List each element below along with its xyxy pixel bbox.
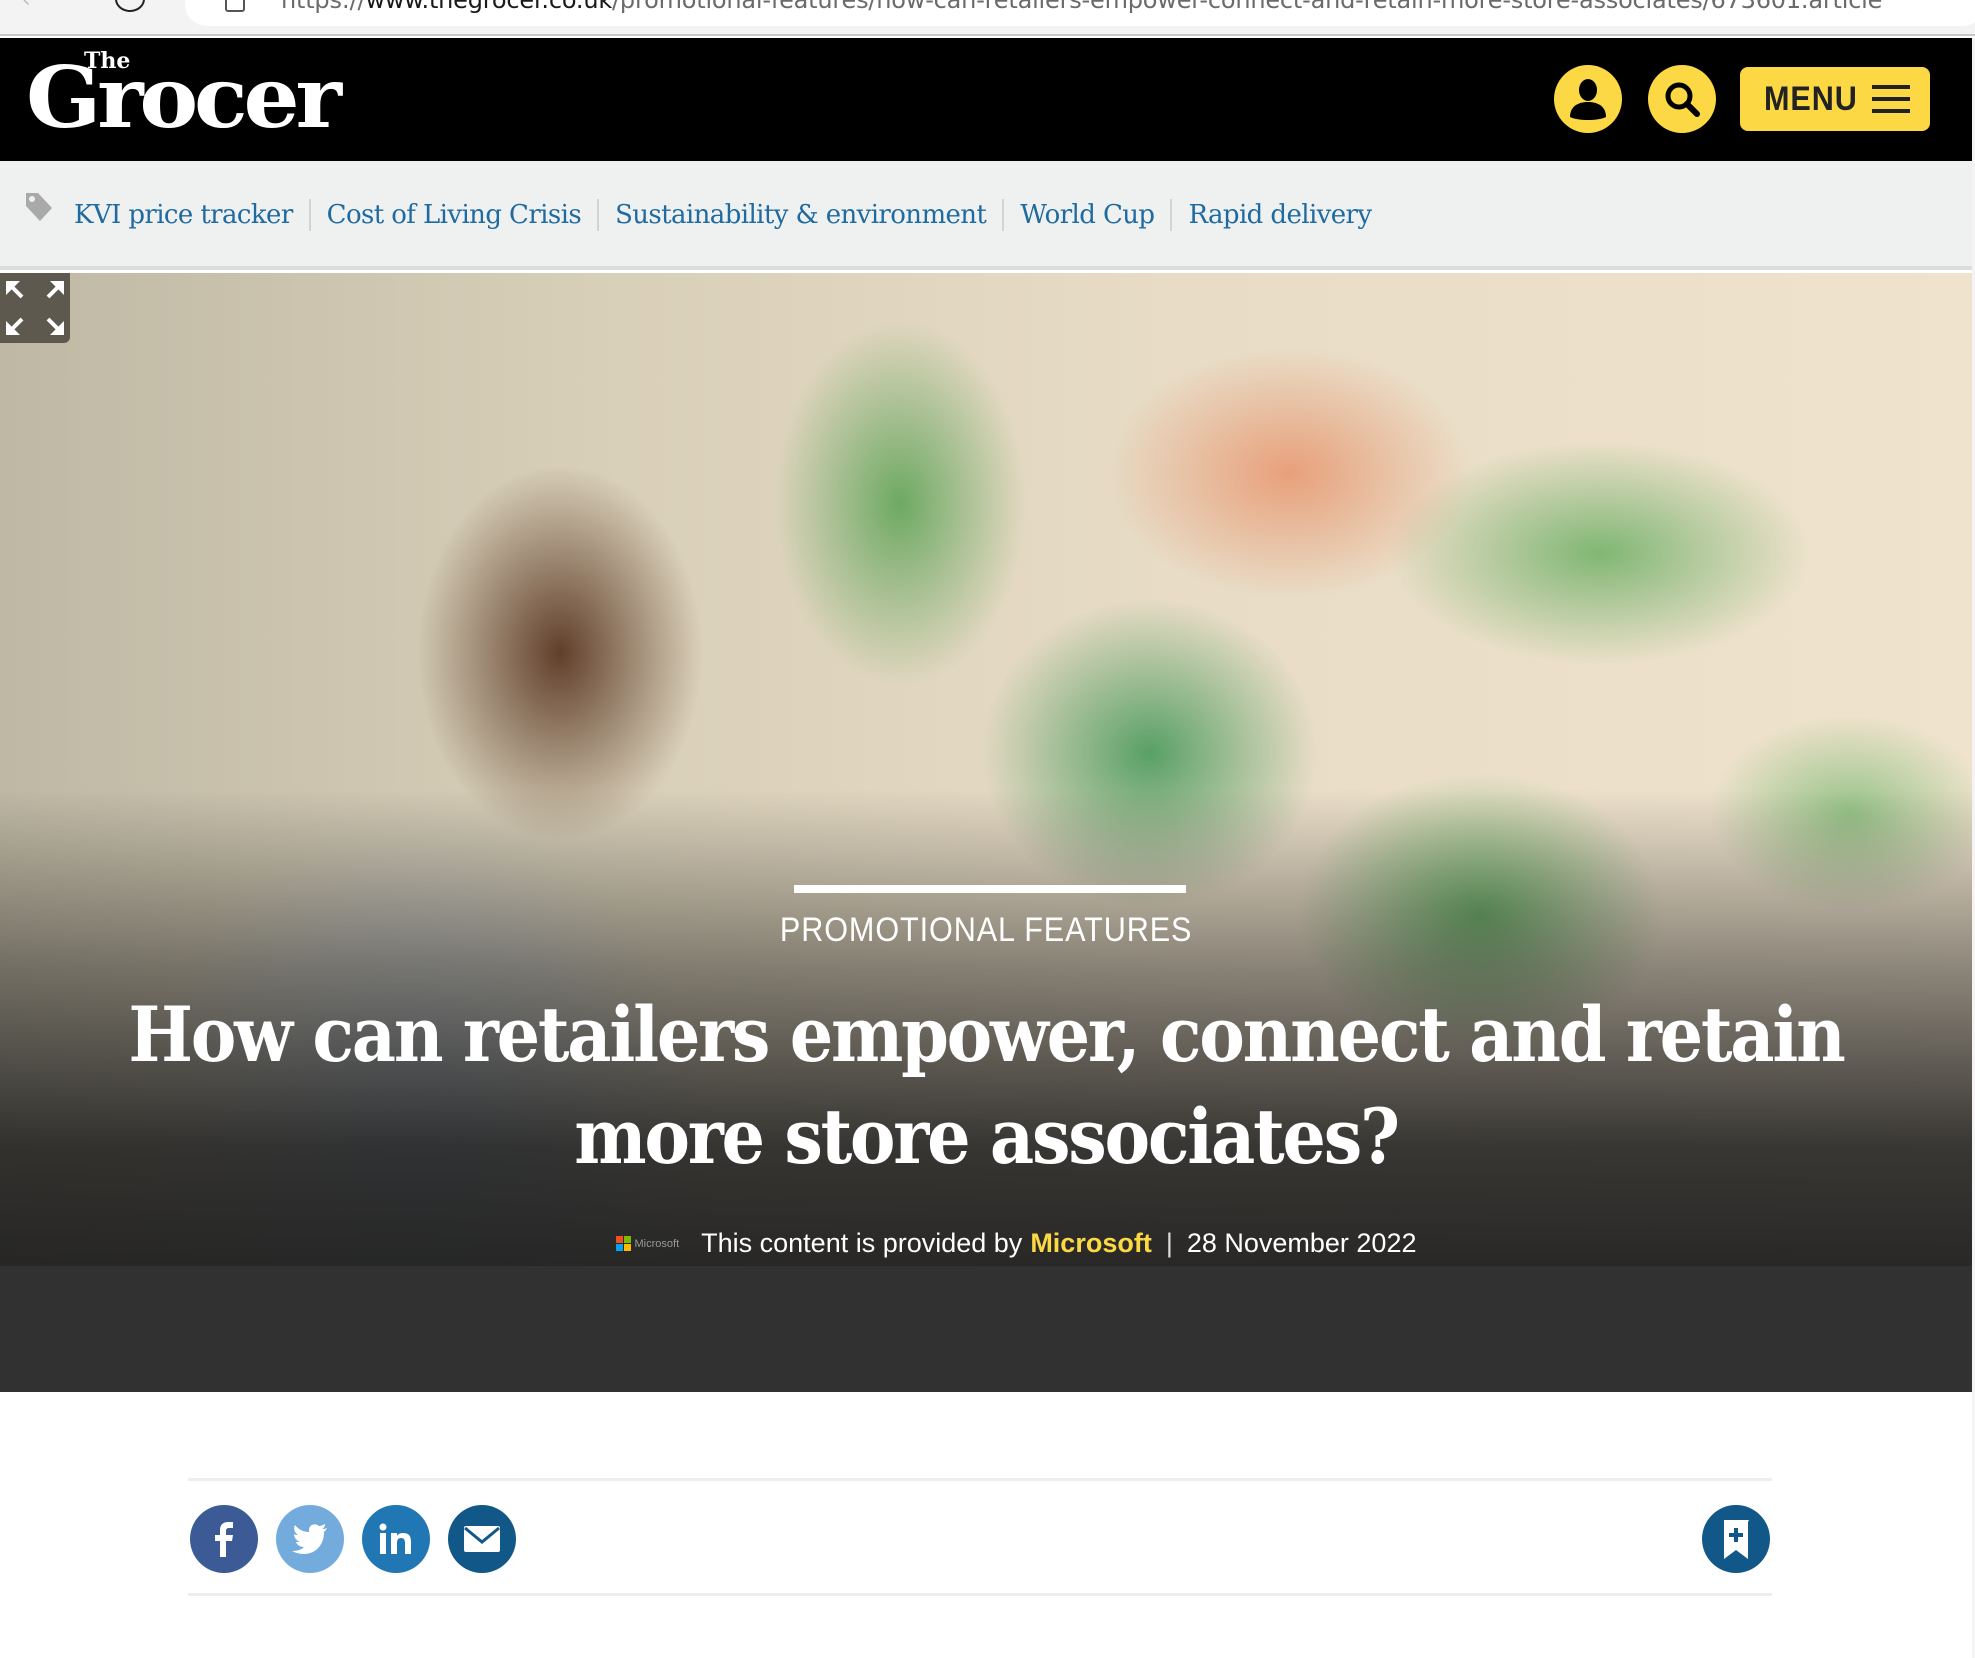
url-host: www.thegrocer.co.uk [365, 0, 613, 14]
bookmark-add-icon [1724, 1520, 1749, 1559]
menu-button[interactable]: MENU [1740, 67, 1930, 131]
sponsor-link[interactable]: Microsoft [1030, 1228, 1152, 1259]
sponsor-logo[interactable]: Microsoft [615, 1236, 680, 1251]
byline-separator: | [1165, 1228, 1173, 1258]
tag-divider [1002, 199, 1005, 231]
hamburger-icon [1872, 85, 1910, 113]
account-button[interactable] [1554, 65, 1622, 133]
microsoft-logo-icon [615, 1236, 631, 1251]
site-logo[interactable]: Grocer The [26, 48, 342, 148]
tag-link-kvi-price-tracker[interactable]: KVI price tracker [74, 200, 293, 230]
tag-divider [597, 199, 600, 231]
share-twitter-button[interactable] [276, 1505, 344, 1573]
reload-button[interactable] [115, 0, 145, 12]
url-text[interactable]: https://www.thegrocer.co.uk/promotional-… [281, 0, 1882, 14]
tag-divider [1170, 199, 1173, 231]
tag-link-rapid-delivery[interactable]: Rapid delivery [1188, 200, 1372, 230]
twitter-icon [292, 1524, 327, 1554]
hero-image: PROMOTIONAL FEATURES How can retailers e… [0, 273, 1972, 1266]
tag-list: KVI price tracker Cost of Living Crisis … [74, 195, 1372, 235]
tag-divider [308, 199, 311, 231]
expand-icon [6, 281, 64, 335]
share-email-button[interactable] [448, 1505, 516, 1573]
share-toolbar [188, 1478, 1772, 1596]
logo-main-text: Grocer [26, 48, 342, 147]
site-info-icon[interactable] [225, 0, 245, 12]
url-path: /promotional-features/how-can-retailers-… [612, 0, 1883, 14]
article-byline: Microsoft This content is provided by Mi… [30, 1228, 1972, 1259]
section-rule [794, 885, 1186, 893]
logo-small-text: The [84, 48, 131, 74]
publish-date: 28 November 2022 [1186, 1228, 1417, 1258]
url-scheme: https:// [281, 0, 366, 14]
linkedin-icon [379, 1523, 411, 1554]
site-header: Grocer The MENU [0, 38, 1972, 161]
search-icon [1665, 82, 1700, 117]
expand-image-button[interactable] [0, 273, 70, 343]
hero-footer-band [0, 1266, 1972, 1392]
hero-text: PROMOTIONAL FEATURES How can retailers e… [0, 885, 1972, 1188]
user-account-icon [1570, 79, 1606, 120]
browser-toolbar: ‹ https://www.thegrocer.co.uk/promotiona… [0, 0, 1975, 36]
email-icon [464, 1526, 500, 1552]
share-linkedin-button[interactable] [362, 1505, 430, 1573]
menu-label: MENU [1764, 79, 1858, 118]
tag-link-world-cup[interactable]: World Cup [1020, 200, 1155, 230]
save-article-button[interactable] [1702, 1505, 1770, 1573]
tag-link-cost-of-living-crisis[interactable]: Cost of Living Crisis [327, 200, 582, 230]
address-bar[interactable]: https://www.thegrocer.co.uk/promotional-… [185, 0, 1975, 26]
tag-link-sustainability-environment[interactable]: Sustainability & environment [615, 200, 987, 230]
back-button[interactable]: ‹ [22, 0, 42, 14]
topic-tag-nav: KVI price tracker Cost of Living Crisis … [0, 161, 1972, 270]
sponsor-logo-text: Microsoft [634, 1237, 680, 1250]
search-button[interactable] [1648, 65, 1716, 133]
facebook-icon [215, 1522, 233, 1557]
share-facebook-button[interactable] [190, 1505, 258, 1573]
article-headline: How can retailers empower, connect and r… [128, 990, 1845, 1181]
section-label-link[interactable]: PROMOTIONAL FEATURES [780, 911, 1192, 950]
tag-icon [26, 193, 52, 221]
byline-prefix: This content is provided by [701, 1228, 1023, 1258]
